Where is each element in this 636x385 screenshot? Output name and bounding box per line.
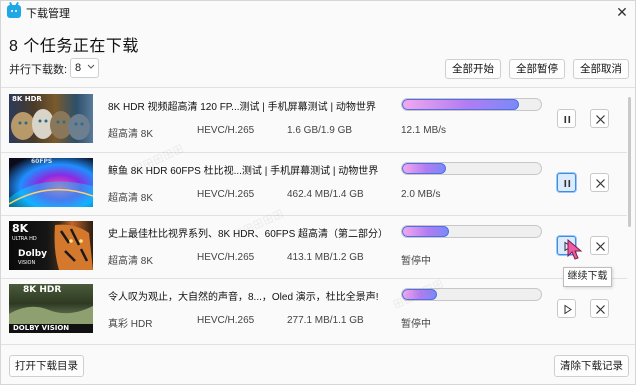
task-thumbnail: 8K HDR xyxy=(9,94,93,143)
task-codec: HEVC/H.265 xyxy=(197,315,255,326)
window-title: 下载管理 xyxy=(26,8,70,20)
chevron-down-icon xyxy=(87,60,95,80)
thumb-sub-badge: ULTRA HD xyxy=(12,236,37,242)
task-title: 令人叹为观止，大自然的声音，8...，Oled 演示，杜比全景声! xyxy=(108,292,379,303)
task-progress-bar xyxy=(401,162,542,175)
task-progress-fill xyxy=(402,163,447,174)
close-icon xyxy=(596,179,605,188)
task-status: 12.1 MB/s xyxy=(401,125,447,136)
concurrency-select[interactable]: 8 xyxy=(70,58,99,78)
bilibili-tv-icon xyxy=(7,5,21,18)
mouse-cursor-icon xyxy=(567,239,583,260)
task-thumbnail: 60FPS xyxy=(9,158,93,207)
clear-history-button[interactable]: 清除下载记录 xyxy=(554,355,629,377)
close-icon xyxy=(596,305,605,314)
task-codec: HEVC/H.265 xyxy=(197,252,255,263)
thumb-badge: 60FPS xyxy=(31,158,53,165)
close-icon xyxy=(596,242,605,251)
task-progress-fill xyxy=(402,226,450,237)
task-status: 暂停中 xyxy=(401,256,431,267)
task-row: 60FPS 鲸鱼 8K HDR 60FPS 杜比视...测试 | 手机屏幕测试 … xyxy=(1,152,627,215)
task-status: 2.0 MB/s xyxy=(401,189,441,200)
pause-icon xyxy=(564,116,571,123)
task-row: 8K HDR 8K HDR 视频超高清 120 FP...测试 | 手机屏幕测试… xyxy=(1,88,627,151)
task-codec: HEVC/H.265 xyxy=(197,125,255,136)
pause-button[interactable] xyxy=(557,173,576,192)
concurrency-value: 8 xyxy=(75,62,82,74)
task-progress-fill xyxy=(402,99,519,110)
dolby-logo: DOLBY VISION xyxy=(13,324,70,332)
task-progress-fill xyxy=(402,289,437,300)
resume-tooltip: 继续下载 xyxy=(563,267,612,287)
close-icon xyxy=(596,115,605,124)
task-quality: 超高清 8K xyxy=(108,256,154,267)
task-progress-bar xyxy=(401,225,542,238)
download-manager-window: 下载管理 ✕ 8 个任务正在下载 并行下载数: 8 全部开始 全部暂停 全部取消… xyxy=(0,0,636,385)
dolby-logo: Dolby xyxy=(18,249,48,259)
resume-button[interactable] xyxy=(557,299,576,318)
cancel-task-button[interactable] xyxy=(590,109,609,128)
task-title: 鲸鱼 8K HDR 60FPS 杜比视...测试 | 手机屏幕测试 | 动物世界 xyxy=(108,166,379,177)
task-size: 1.6 GB/1.9 GB xyxy=(287,125,353,136)
pause-button[interactable] xyxy=(557,109,576,128)
task-size: 462.4 MB/1.4 GB xyxy=(287,189,364,200)
task-size: 277.1 MB/1.1 GB xyxy=(287,315,364,326)
thumb-badge: 8K HDR xyxy=(12,95,42,103)
task-row: 8K HDR DOLBY VISION 令人叹为观止，大自然的声音，8...，O… xyxy=(1,278,627,341)
task-thumbnail: 8K ULTRA HD Dolby VISION xyxy=(9,221,93,270)
task-quality: 超高清 8K xyxy=(108,193,154,204)
dolby-logo-sub: VISION xyxy=(18,260,36,266)
task-quality: 超高清 8K xyxy=(108,129,154,140)
window-close-button[interactable]: ✕ xyxy=(613,3,631,21)
thumb-badge: 8K xyxy=(12,222,29,235)
start-all-button[interactable]: 全部开始 xyxy=(445,59,501,79)
task-title: 史上最佳杜比视界系列、8K HDR、60FPS 超高清（第二部分） xyxy=(108,229,389,240)
task-progress-bar xyxy=(401,98,542,111)
pause-icon xyxy=(564,180,571,187)
cancel-task-button[interactable] xyxy=(590,236,609,255)
cancel-task-button[interactable] xyxy=(590,299,609,318)
thumb-badge: 8K HDR xyxy=(23,285,62,295)
task-codec: HEVC/H.265 xyxy=(197,189,255,200)
task-progress-bar xyxy=(401,288,542,301)
footer-divider xyxy=(1,344,635,345)
task-thumbnail: 8K HDR DOLBY VISION xyxy=(9,284,93,333)
title-bar: 下载管理 ✕ xyxy=(1,1,636,23)
list-scrollbar[interactable] xyxy=(628,97,631,227)
cancel-all-button[interactable]: 全部取消 xyxy=(573,59,629,79)
cancel-task-button[interactable] xyxy=(590,173,609,192)
task-status: 暂停中 xyxy=(401,319,431,330)
open-download-folder-button[interactable]: 打开下载目录 xyxy=(9,355,84,377)
play-icon xyxy=(564,304,572,315)
task-title: 8K HDR 视频超高清 120 FP...测试 | 手机屏幕测试 | 动物世界 xyxy=(108,102,376,113)
page-title: 8 个任务正在下载 xyxy=(9,38,139,55)
task-row: 8K ULTRA HD Dolby VISION 史上最佳杜比视界系列、8K H… xyxy=(1,215,627,278)
concurrency-label: 并行下载数: xyxy=(9,64,68,76)
task-quality: 真彩 HDR xyxy=(108,319,153,330)
task-size: 413.1 MB/1.2 GB xyxy=(287,252,364,263)
pause-all-button[interactable]: 全部暂停 xyxy=(509,59,565,79)
